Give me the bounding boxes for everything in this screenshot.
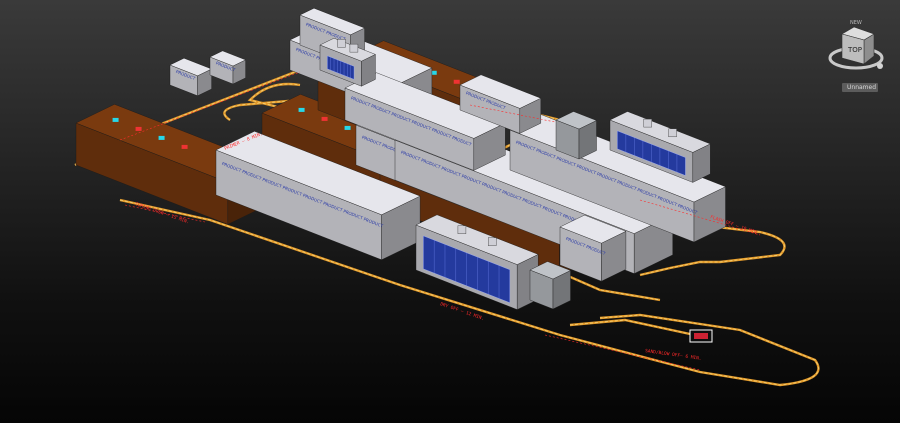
kiosk-booth-2[interactable]	[529, 261, 571, 310]
roof-marker	[344, 125, 351, 130]
roof-marker	[453, 79, 460, 84]
roof-marker	[112, 117, 119, 122]
roof-marker	[298, 107, 305, 112]
exhaust-fan	[457, 225, 467, 234]
roof-marker	[135, 126, 142, 131]
roof-marker	[181, 144, 188, 149]
exhaust-fan	[337, 39, 346, 48]
conveyor-track	[569, 318, 691, 336]
viewcube-top-label: TOP	[847, 46, 862, 54]
exhaust-fan	[643, 118, 652, 128]
roof-marker	[158, 135, 165, 140]
3d-viewport[interactable]: PRODUCT PRODUCT PRODUCT PRODUCT PRODUCT PRODU…	[0, 0, 900, 423]
spray-booth-9[interactable]: PRODUCT	[209, 50, 247, 85]
viewport-name-label[interactable]: Unnamed	[842, 83, 878, 92]
factory-layout-scene[interactable]: PRODUCTPRODUCTPRODUCTPRODUCTPRODUCTPRODU…	[0, 0, 900, 423]
exhaust-fan	[349, 43, 359, 53]
viewcube-compass-label: NEW	[850, 20, 862, 26]
roof-marker	[321, 116, 328, 121]
booths-layer: PRODUCTPRODUCTPRODUCTPRODUCTPRODUCTPRODU…	[75, 7, 726, 310]
part-cart-load	[694, 333, 708, 339]
exhaust-fan	[668, 128, 677, 138]
home-icon[interactable]	[877, 63, 883, 69]
spray-booth-8[interactable]: PRODUCT	[169, 57, 213, 97]
kiosk-booth-1[interactable]	[555, 111, 597, 160]
viewcube[interactable]: TOP NEW	[826, 16, 896, 78]
exhaust-fan	[488, 237, 497, 246]
